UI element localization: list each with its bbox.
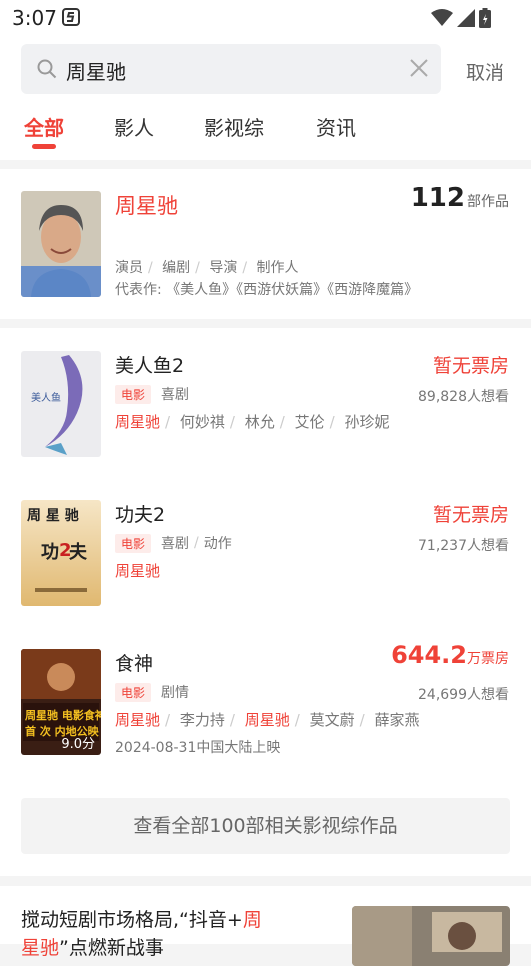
view-all-works-button[interactable]: 查看全部100部相关影视综作品 <box>21 798 510 854</box>
news-title[interactable]: 搅动短剧市场格局,“抖音+周星驰”点燃新战事 <box>21 906 321 962</box>
news-thumbnail <box>352 906 510 966</box>
cancel-button[interactable]: 取消 <box>466 58 504 85</box>
movie-item[interactable]: 周 星 驰 功 2 夫 功夫2 暂无票房 电影 喜剧 / 动作 71,237人想看… <box>0 500 531 630</box>
works-count: 112 部作品 <box>411 183 509 213</box>
cast-list: 周星驰 / 李力持 / 周星驰 / 莫文蔚 / 薛家燕 <box>115 711 420 729</box>
genre: 动作 <box>203 536 232 552</box>
cast-member: 莫文蔚 <box>309 711 355 729</box>
battery-icon <box>479 8 491 28</box>
movie-title[interactable]: 美人鱼2 <box>115 351 184 378</box>
svg-text:周星驰 电影食神: 周星驰 电影食神 <box>25 708 101 722</box>
status-time: 3:07 <box>12 6 57 30</box>
news-title-text: 搅动短剧市场格局,“抖音+ <box>21 909 243 931</box>
cast-member: 孙珍妮 <box>344 413 390 431</box>
role: 制作人 <box>256 260 299 276</box>
genre: 剧情 <box>161 685 190 701</box>
cast-member: 李力持 <box>179 711 225 729</box>
role: 编剧 <box>162 260 191 276</box>
movie-poster: 周 星 驰 功 2 夫 <box>21 500 101 606</box>
release-date: 2024-08-31中国大陆上映 <box>115 740 281 756</box>
svg-text:周 星 驰: 周 星 驰 <box>27 508 79 524</box>
tab-bar: 全部 影人 影视综 资讯 <box>0 112 531 152</box>
movie-genre: 电影 剧情 <box>115 682 189 702</box>
cast-member: 林允 <box>244 413 275 431</box>
cast-list: 周星驰 / 何妙祺 / 林允 / 艾伦 / 孙珍妮 <box>115 413 390 431</box>
box-office: 暂无票房 <box>432 504 509 526</box>
want-to-see: 71,237人想看 <box>418 538 509 554</box>
representative-label: 代表作: <box>115 282 162 298</box>
clear-icon[interactable] <box>409 58 429 78</box>
news-title-highlight: 周 <box>242 909 262 931</box>
movie-item[interactable]: 美人鱼 美人鱼2 暂无票房 电影 喜剧 89,828人想看 周星驰 / 何妙祺 / … <box>0 351 531 481</box>
movie-item[interactable]: 周星驰 电影食神 首 次 内地公映 9.0分 食神 644.2 万票房 电影 剧… <box>0 641 531 779</box>
celebrity-photo <box>21 191 101 297</box>
role: 导演 <box>209 260 238 276</box>
search-icon <box>37 59 57 79</box>
want-to-see: 24,699人想看 <box>418 687 509 703</box>
cast-member[interactable]: 周星驰 <box>115 413 160 431</box>
wifi-icon <box>431 9 453 26</box>
celebrity-name[interactable]: 周星驰 <box>115 190 178 220</box>
cast-member[interactable]: 周星驰 <box>115 562 160 580</box>
representative-works: 代表作: 《美人鱼》《西游伏妖篇》《西游降魔篇》 <box>115 279 418 299</box>
cast-member: 艾伦 <box>294 413 325 431</box>
movie-poster: 周星驰 电影食神 首 次 内地公映 9.0分 <box>21 649 101 755</box>
box-office-value: 644.2 <box>391 641 467 669</box>
works-count-unit: 部作品 <box>467 194 509 210</box>
search-box[interactable] <box>21 44 441 94</box>
type-tag: 电影 <box>115 682 152 702</box>
active-tab-indicator <box>32 144 56 149</box>
search-input[interactable] <box>64 53 398 87</box>
celebrity-roles: 演员 / 编剧 / 导演 / 制作人 <box>115 260 299 276</box>
cast-member[interactable]: 周星驰 <box>115 711 160 729</box>
svg-text:美人鱼: 美人鱼 <box>31 391 61 404</box>
movie-poster: 美人鱼 <box>21 351 101 457</box>
app-notification-icon <box>62 8 80 26</box>
tab-film-tv[interactable]: 影视综 <box>204 112 264 141</box>
svg-text:功: 功 <box>41 542 59 563</box>
movie-title[interactable]: 食神 <box>115 649 153 676</box>
tab-news[interactable]: 资讯 <box>316 112 356 141</box>
tab-all[interactable]: 全部 <box>24 112 64 141</box>
movies-card: 美人鱼 美人鱼2 暂无票房 电影 喜剧 89,828人想看 周星驰 / 何妙祺 / … <box>0 328 531 876</box>
news-title-highlight: 星驰 <box>21 937 60 959</box>
tab-celebrities[interactable]: 影人 <box>114 112 154 141</box>
rating-badge: 9.0分 <box>61 737 95 752</box>
signal-icon <box>457 9 475 27</box>
type-tag: 电影 <box>115 533 152 553</box>
cast-member[interactable]: 周星驰 <box>245 711 290 729</box>
type-tag: 电影 <box>115 384 152 404</box>
search-header: 取消 全部 影人 影视综 资讯 <box>0 36 531 160</box>
cast-member: 何妙祺 <box>179 413 225 431</box>
role: 演员 <box>115 260 143 276</box>
box-office-unit: 万票房 <box>467 651 509 667</box>
want-to-see: 89,828人想看 <box>418 389 509 405</box>
cast-list: 周星驰 <box>115 560 160 581</box>
news-title-text: ”点燃新战事 <box>59 937 164 959</box>
status-icons <box>431 8 491 28</box>
box-office: 644.2 万票房 <box>391 641 509 669</box>
representative-list: 《美人鱼》《西游伏妖篇》《西游降魔篇》 <box>166 282 419 298</box>
genre: 喜剧 <box>161 536 190 552</box>
movie-title[interactable]: 功夫2 <box>115 500 165 527</box>
works-count-number: 112 <box>410 183 465 213</box>
movie-genre: 电影 喜剧 / 动作 <box>115 533 232 553</box>
cast-member: 薛家燕 <box>374 711 420 729</box>
svg-text:夫: 夫 <box>69 541 88 563</box>
celebrity-card[interactable]: 周星驰 112 部作品 演员 / 编剧 / 导演 / 制作人 代表作: 《美人鱼》《西… <box>0 169 531 319</box>
genre: 喜剧 <box>161 387 190 403</box>
box-office: 暂无票房 <box>432 355 509 377</box>
movie-genre: 电影 喜剧 <box>115 384 189 404</box>
status-bar: 3:07 <box>0 0 531 36</box>
